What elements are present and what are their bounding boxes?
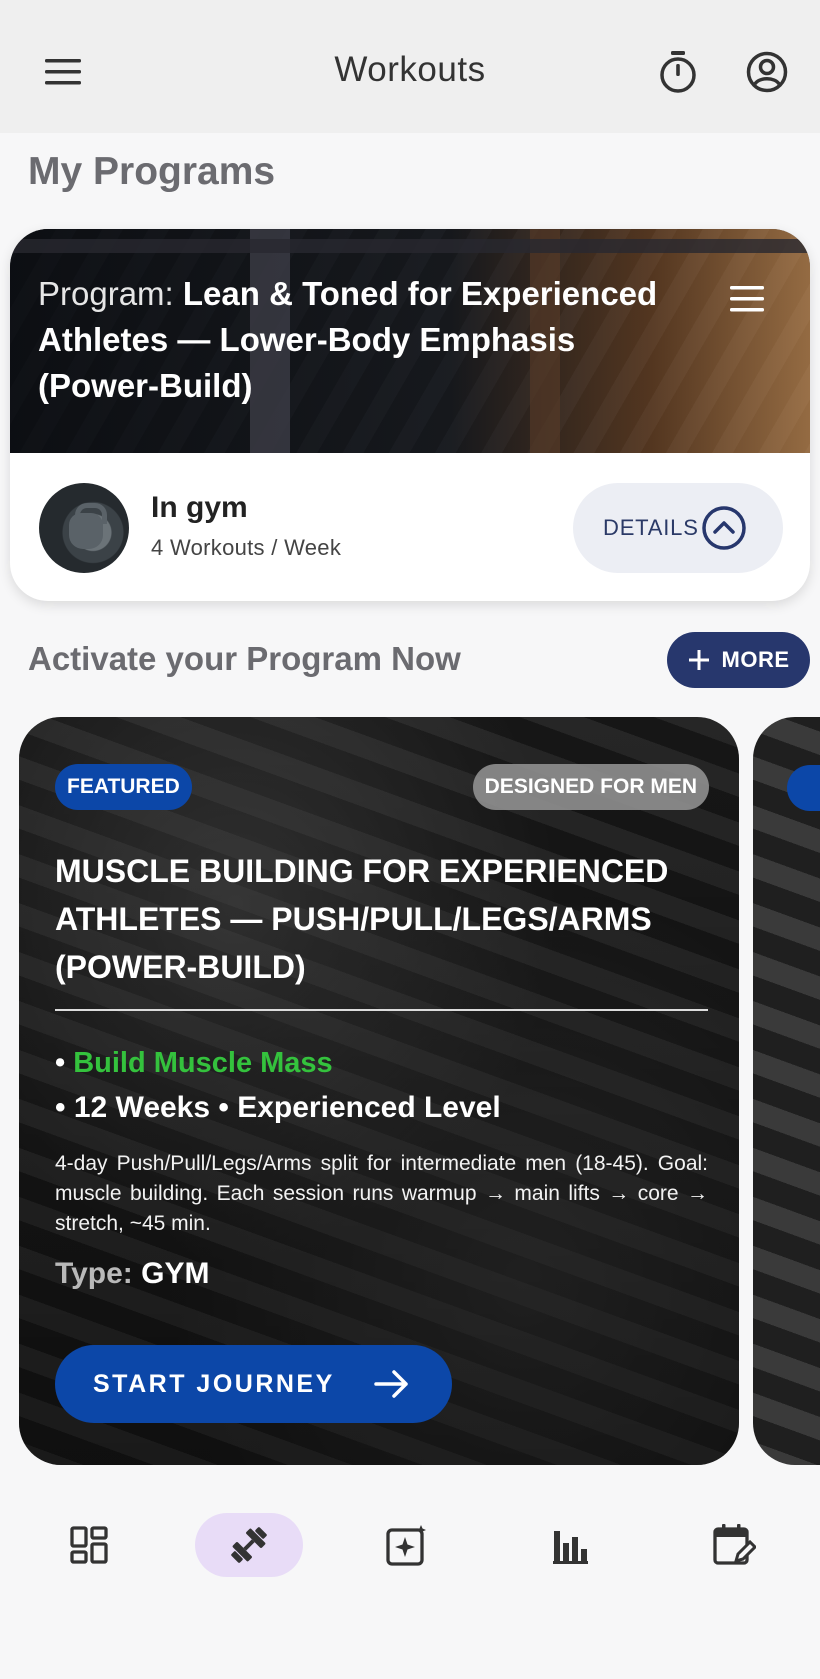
stats-icon[interactable] <box>516 1513 624 1577</box>
program-type: Type: GYM <box>55 1257 209 1291</box>
program-meta: • 12 Weeks • Experienced Level <box>55 1091 501 1124</box>
program-location: In gym <box>151 491 248 524</box>
program-title: Program: Lean & Toned for Experienced At… <box>38 271 688 409</box>
top-app-bar: Workouts <box>0 0 820 133</box>
start-journey-button[interactable]: START JOURNEY <box>55 1345 452 1423</box>
start-journey-label: START JOURNEY <box>93 1369 335 1398</box>
details-label: DETAILS <box>603 515 699 540</box>
timer-icon[interactable] <box>650 44 706 100</box>
workouts-icon[interactable] <box>195 1513 303 1577</box>
program-goal: • Build Muscle Mass <box>55 1047 333 1079</box>
featured-badge: FEATURED <box>55 764 192 810</box>
account-icon[interactable] <box>739 44 795 100</box>
bottom-navigation <box>0 1467 820 1679</box>
ai-sparkle-icon[interactable] <box>353 1513 461 1577</box>
type-value: GYM <box>141 1257 210 1290</box>
more-label: MORE <box>721 647 790 672</box>
chevron-up-icon <box>702 506 746 550</box>
calendar-edit-icon[interactable] <box>680 1513 788 1577</box>
activate-heading: Activate your Program Now <box>28 640 461 677</box>
program-goal-text: Build Muscle Mass <box>73 1047 333 1079</box>
next-program-card-peek[interactable] <box>753 717 820 1465</box>
program-description: 4-day Push/Pull/Legs/Arms split for inte… <box>55 1152 708 1235</box>
my-programs-heading: My Programs <box>28 150 276 193</box>
program-card[interactable]: Program: Lean & Toned for Experienced At… <box>10 229 810 601</box>
dashboard-icon[interactable] <box>35 1513 143 1577</box>
featured-program-card[interactable]: FEATURED DESIGNED FOR MEN MUSCLE BUILDIN… <box>19 717 739 1465</box>
program-menu-icon[interactable] <box>728 275 778 325</box>
program-frequency: 4 Workouts / Week <box>151 535 342 560</box>
audience-badge: DESIGNED FOR MEN <box>472 764 709 810</box>
details-button[interactable]: DETAILS <box>573 483 783 573</box>
arrow-right-icon <box>374 1370 408 1398</box>
divider <box>55 1009 708 1011</box>
more-button[interactable]: MORE <box>667 632 810 688</box>
featured-title: MUSCLE BUILDING FOR EXPERIENCED ATHLETES… <box>55 853 669 985</box>
type-label: Type: <box>55 1257 142 1290</box>
program-title-prefix: Program: <box>38 275 183 312</box>
peek-badge <box>787 765 820 811</box>
kettlebell-avatar <box>39 483 129 573</box>
plus-icon <box>688 650 709 670</box>
